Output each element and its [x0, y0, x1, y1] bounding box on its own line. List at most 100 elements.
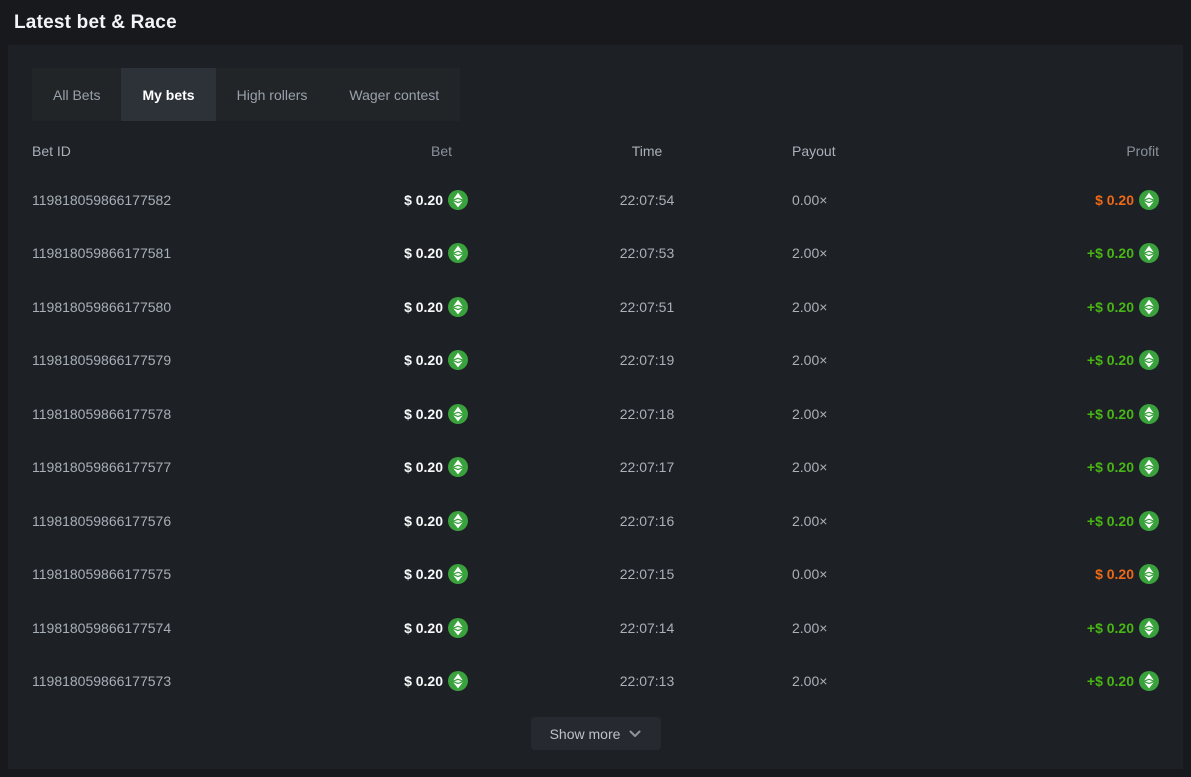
tab-all-bets[interactable]: All Bets	[32, 68, 121, 121]
bet-id-cell: 119818059866177582	[32, 192, 352, 208]
show-more-container: Show more	[32, 717, 1159, 750]
latest-bets-panel: All Bets My bets High rollers Wager cont…	[8, 45, 1183, 769]
profit-cell: $ 0.20	[962, 190, 1159, 210]
profit-amount: +$ 0.20	[1087, 513, 1134, 529]
bet-id-cell: 119818059866177575	[32, 566, 352, 582]
page-header: Latest bet & Race	[0, 0, 1191, 45]
currency-coin-icon	[448, 564, 468, 584]
table-row[interactable]: 119818059866177575 $ 0.20 22:07:15 0.00×…	[32, 548, 1159, 602]
time-cell: 22:07:17	[502, 459, 792, 475]
show-more-label: Show more	[550, 726, 621, 742]
payout-cell: 2.00×	[792, 245, 962, 261]
table-row[interactable]: 119818059866177574 $ 0.20 22:07:14 2.00×…	[32, 601, 1159, 655]
payout-cell: 2.00×	[792, 620, 962, 636]
time-cell: 22:07:15	[502, 566, 792, 582]
table-row[interactable]: 119818059866177579 $ 0.20 22:07:19 2.00×…	[32, 334, 1159, 388]
profit-cell: +$ 0.20	[962, 404, 1159, 424]
table-row[interactable]: 119818059866177580 $ 0.20 22:07:51 2.00×…	[32, 280, 1159, 334]
currency-coin-icon	[448, 511, 468, 531]
tab-label: High rollers	[237, 87, 308, 103]
bet-amount: $ 0.20	[404, 673, 443, 689]
profit-cell: +$ 0.20	[962, 618, 1159, 638]
bet-cell: $ 0.20	[352, 350, 502, 370]
table-row[interactable]: 119818059866177578 $ 0.20 22:07:18 2.00×…	[32, 387, 1159, 441]
time-cell: 22:07:14	[502, 620, 792, 636]
profit-amount: +$ 0.20	[1087, 406, 1134, 422]
bet-cell: $ 0.20	[352, 190, 502, 210]
time-cell: 22:07:19	[502, 352, 792, 368]
currency-coin-icon	[448, 243, 468, 263]
profit-cell: +$ 0.20	[962, 511, 1159, 531]
bet-amount: $ 0.20	[404, 459, 443, 475]
bet-id-cell: 119818059866177577	[32, 459, 352, 475]
payout-cell: 2.00×	[792, 406, 962, 422]
time-cell: 22:07:51	[502, 299, 792, 315]
payout-cell: 0.00×	[792, 192, 962, 208]
currency-coin-icon	[1139, 297, 1159, 317]
payout-cell: 2.00×	[792, 513, 962, 529]
table-row[interactable]: 119818059866177577 $ 0.20 22:07:17 2.00×…	[32, 441, 1159, 495]
bet-id-cell: 119818059866177581	[32, 245, 352, 261]
profit-cell: $ 0.20	[962, 564, 1159, 584]
bet-cell: $ 0.20	[352, 457, 502, 477]
time-cell: 22:07:16	[502, 513, 792, 529]
tab-my-bets[interactable]: My bets	[121, 68, 215, 121]
profit-amount: +$ 0.20	[1087, 620, 1134, 636]
time-cell: 22:07:53	[502, 245, 792, 261]
column-header-profit: Profit	[962, 143, 1159, 159]
profit-amount: +$ 0.20	[1087, 245, 1134, 261]
tab-label: All Bets	[53, 87, 100, 103]
tab-high-rollers[interactable]: High rollers	[216, 68, 329, 121]
bet-amount: $ 0.20	[404, 299, 443, 315]
table-row[interactable]: 119818059866177573 $ 0.20 22:07:13 2.00×…	[32, 655, 1159, 709]
currency-coin-icon	[1139, 618, 1159, 638]
time-cell: 22:07:13	[502, 673, 792, 689]
currency-coin-icon	[1139, 404, 1159, 424]
tab-label: Wager contest	[349, 87, 439, 103]
table-row[interactable]: 119818059866177582 $ 0.20 22:07:54 0.00×…	[32, 173, 1159, 227]
time-cell: 22:07:18	[502, 406, 792, 422]
bet-cell: $ 0.20	[352, 297, 502, 317]
currency-coin-icon	[448, 404, 468, 424]
currency-coin-icon	[448, 350, 468, 370]
table-header-row: Bet ID Bet Time Payout Profit	[32, 128, 1159, 173]
profit-amount: $ 0.20	[1095, 192, 1134, 208]
profit-cell: +$ 0.20	[962, 671, 1159, 691]
bet-id-cell: 119818059866177576	[32, 513, 352, 529]
bet-id-cell: 119818059866177579	[32, 352, 352, 368]
payout-cell: 2.00×	[792, 299, 962, 315]
bet-cell: $ 0.20	[352, 564, 502, 584]
currency-coin-icon	[1139, 564, 1159, 584]
currency-coin-icon	[448, 297, 468, 317]
payout-cell: 2.00×	[792, 352, 962, 368]
payout-cell: 2.00×	[792, 459, 962, 475]
profit-cell: +$ 0.20	[962, 350, 1159, 370]
currency-coin-icon	[1139, 190, 1159, 210]
profit-cell: +$ 0.20	[962, 457, 1159, 477]
bet-cell: $ 0.20	[352, 671, 502, 691]
profit-amount: +$ 0.20	[1087, 459, 1134, 475]
bet-amount: $ 0.20	[404, 245, 443, 261]
bet-amount: $ 0.20	[404, 192, 443, 208]
table-row[interactable]: 119818059866177581 $ 0.20 22:07:53 2.00×…	[32, 227, 1159, 281]
show-more-button[interactable]: Show more	[531, 717, 661, 750]
bet-amount: $ 0.20	[404, 566, 443, 582]
currency-coin-icon	[448, 457, 468, 477]
bet-id-cell: 119818059866177578	[32, 406, 352, 422]
profit-amount: +$ 0.20	[1087, 299, 1134, 315]
profit-cell: +$ 0.20	[962, 297, 1159, 317]
column-header-time: Time	[502, 143, 792, 159]
time-cell: 22:07:54	[502, 192, 792, 208]
bet-id-cell: 119818059866177574	[32, 620, 352, 636]
bet-amount: $ 0.20	[404, 406, 443, 422]
column-header-payout: Payout	[792, 143, 962, 159]
payout-cell: 2.00×	[792, 673, 962, 689]
tab-wager-contest[interactable]: Wager contest	[328, 68, 460, 121]
currency-coin-icon	[1139, 350, 1159, 370]
currency-coin-icon	[448, 618, 468, 638]
bet-amount: $ 0.20	[404, 620, 443, 636]
profit-cell: +$ 0.20	[962, 243, 1159, 263]
table-row[interactable]: 119818059866177576 $ 0.20 22:07:16 2.00×…	[32, 494, 1159, 548]
bet-cell: $ 0.20	[352, 618, 502, 638]
profit-amount: +$ 0.20	[1087, 352, 1134, 368]
